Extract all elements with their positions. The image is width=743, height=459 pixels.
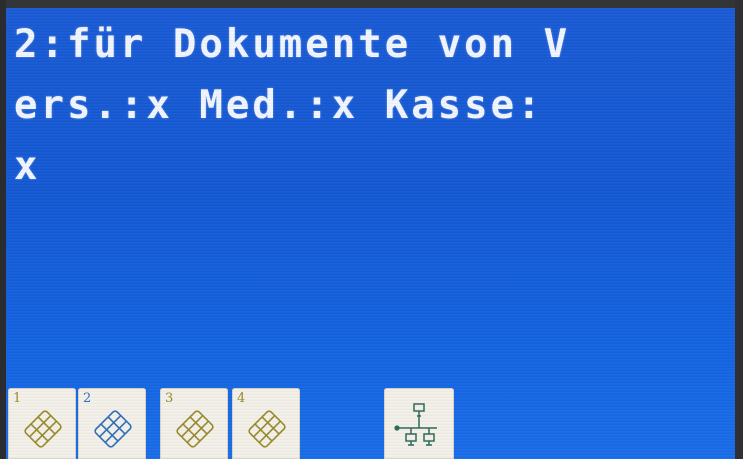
softkey-bar: 1 2 3 4: [6, 388, 735, 459]
card-slot-1-button[interactable]: 1: [8, 388, 76, 459]
card-slot-3-button[interactable]: 3: [160, 388, 228, 459]
network-icon: [394, 403, 437, 446]
message-line-2: ers.:x Med.:x Kasse:: [14, 83, 544, 128]
message-line-1: 2:für Dokumente von V: [14, 22, 571, 67]
terminal-display: 2:für Dokumente von V ers.:x Med.:x Kasse…: [6, 8, 735, 459]
card-chip-icon: [248, 410, 286, 448]
card-slot-4-button[interactable]: 4: [232, 388, 300, 459]
network-button[interactable]: [384, 388, 454, 459]
device-bezel-right: [735, 0, 743, 459]
card-chip-icon: [94, 410, 132, 448]
card-chip-icon: [176, 410, 214, 448]
card-chip-icon: [24, 410, 62, 448]
card-slot-2-button[interactable]: 2: [78, 388, 146, 459]
display-message: 2:für Dokumente von V ers.:x Med.:x Kasse…: [14, 14, 729, 197]
message-line-3: x: [14, 144, 41, 189]
